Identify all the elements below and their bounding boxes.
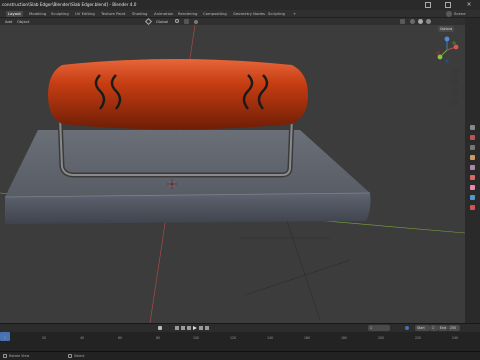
3d-viewport[interactable]: Options (0, 25, 465, 323)
next-keyframe-icon[interactable] (199, 326, 203, 330)
window-title: construction\Slab Edger\Blender\Slab Edg… (2, 2, 137, 7)
tick-label: 220 (415, 336, 422, 340)
timeline-ruler[interactable]: 0 20 40 60 80 100 120 140 160 180 200 22… (0, 332, 480, 351)
shading-rendered-icon[interactable] (426, 19, 431, 24)
tool-icon[interactable] (470, 125, 475, 130)
tick-label: 0 (4, 336, 7, 340)
properties-strip (465, 18, 480, 323)
tab-rendering[interactable]: Rendering (178, 11, 197, 17)
tick-label: 20 (42, 336, 47, 340)
tick-label: 120 (230, 336, 237, 340)
output-icon[interactable] (470, 145, 475, 150)
timeline-header: 1 Start 1 End 250 (0, 323, 480, 332)
workspace-tabs: Layout Modeling Sculpting UV Editing Tex… (0, 10, 480, 18)
tab-compositing[interactable]: Compositing (203, 11, 227, 17)
tab-animation[interactable]: Animation (154, 11, 173, 17)
status-bar: Rotate View Select (0, 351, 480, 360)
transform-orientation-icon[interactable] (144, 17, 153, 26)
object-icon[interactable] (470, 185, 475, 190)
jump-start-icon[interactable] (175, 326, 179, 330)
modifier-icon[interactable] (470, 195, 475, 200)
scene-selector[interactable]: Scene (454, 11, 466, 17)
scene-properties-icon[interactable] (470, 165, 475, 170)
start-frame-field[interactable]: 1 (430, 325, 438, 331)
pivot-icon[interactable] (175, 19, 179, 23)
tick-label: 40 (80, 336, 85, 340)
status-hint-mid: Select (74, 354, 85, 358)
tick-label: 200 (378, 336, 385, 340)
maximize-icon[interactable] (445, 2, 451, 8)
camera-icon[interactable] (451, 88, 459, 96)
world-icon[interactable] (470, 175, 475, 180)
navigation-gizmo[interactable] (432, 35, 462, 65)
view-layer-icon[interactable] (470, 155, 475, 160)
shading-material-icon[interactable] (418, 19, 423, 24)
tab-scripting[interactable]: Scripting (268, 11, 285, 17)
end-frame-field[interactable]: 250 (448, 325, 460, 331)
handle-grip[interactable] (48, 59, 308, 130)
overlay-icon[interactable] (400, 19, 405, 24)
status-hint-left: Rotate View (9, 354, 30, 358)
transform-orientation-select[interactable]: Global (156, 18, 168, 25)
tab-layout[interactable]: Layout (6, 11, 23, 17)
zoom-icon[interactable] (451, 68, 459, 76)
current-frame-field[interactable]: 1 (368, 325, 390, 331)
tab-shading[interactable]: Shading (132, 11, 147, 17)
preview-range-icon[interactable] (405, 326, 409, 330)
snap-icon[interactable] (184, 19, 189, 24)
prev-keyframe-icon[interactable] (181, 326, 185, 330)
proportional-edit-icon[interactable] (194, 20, 198, 24)
start-frame-label: Start (415, 325, 430, 331)
viewport-header: Add Object Global (0, 17, 465, 26)
add-workspace-button[interactable]: + (293, 11, 296, 17)
grid-line (284, 214, 321, 321)
add-menu[interactable]: Add (5, 18, 12, 25)
title-bar: construction\Slab Edger\Blender\Slab Edg… (0, 0, 480, 10)
mouse-icon (68, 354, 72, 358)
play-icon[interactable] (193, 326, 197, 330)
timeline-editor: 1 Start 1 End 250 0 20 40 60 80 100 120 … (0, 323, 480, 351)
tab-sculpting[interactable]: Sculpting (51, 11, 69, 17)
object-menu[interactable]: Object (17, 18, 29, 25)
tick-label: 240 (452, 336, 459, 340)
tab-uv-editing[interactable]: UV Editing (75, 11, 95, 17)
end-frame-label: End (438, 325, 448, 331)
render-icon[interactable] (470, 135, 475, 140)
tick-label: 180 (341, 336, 348, 340)
hand-icon[interactable] (451, 78, 459, 86)
tick-label: 60 (118, 336, 123, 340)
scene-icon[interactable] (446, 11, 452, 17)
close-icon[interactable]: × (465, 1, 473, 9)
grid-icon[interactable] (451, 98, 459, 106)
options-dropdown[interactable]: Options (438, 26, 455, 32)
jump-end-icon[interactable] (205, 326, 209, 330)
tab-modeling[interactable]: Modeling (29, 11, 46, 17)
tick-label: 100 (193, 336, 200, 340)
reverse-play-icon[interactable] (187, 326, 191, 330)
minimize-icon[interactable] (425, 2, 431, 8)
tick-label: 160 (304, 336, 311, 340)
material-icon[interactable] (470, 205, 475, 210)
tab-geometry-nodes[interactable]: Geometry Nodes (233, 11, 265, 17)
tick-label: 140 (267, 336, 274, 340)
mouse-icon (3, 354, 7, 358)
record-icon[interactable] (158, 326, 162, 330)
viewport-scene (0, 25, 465, 323)
shading-solid-icon[interactable] (410, 19, 415, 24)
grid-line (244, 259, 351, 296)
tick-label: 80 (156, 336, 161, 340)
tab-texture-paint[interactable]: Texture Paint (101, 11, 126, 17)
